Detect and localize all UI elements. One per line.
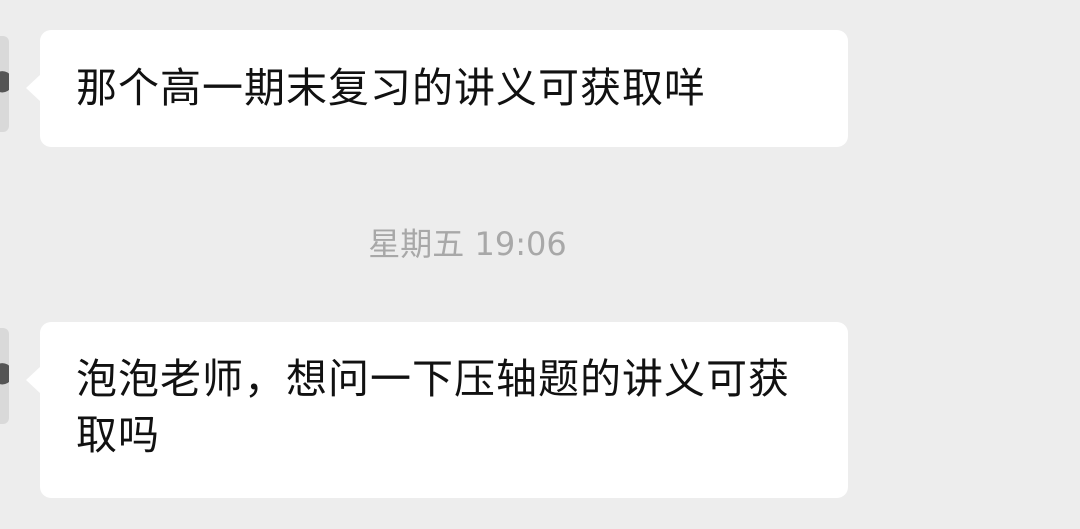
message-bubble[interactable]: 泡泡老师，想问一下压轴题的讲义可获取吗 (26, 322, 848, 498)
sender-avatar[interactable]: ● (0, 328, 9, 424)
message-text: 那个高一期末复习的讲义可获取咩 (76, 64, 706, 112)
message-text: 泡泡老师，想问一下压轴题的讲义可获取吗 (76, 355, 790, 459)
avatar-icon: ● (0, 66, 9, 94)
sender-avatar[interactable]: ● (0, 36, 9, 132)
chat-window: ● 那个高一期末复习的讲义可获取咩 星期五 19:06 ● 泡泡老师，想问一下压… (0, 0, 1080, 529)
avatar-icon: ● (0, 358, 9, 386)
message-timestamp: 星期五 19:06 (368, 225, 567, 263)
message-bubble[interactable]: 那个高一期末复习的讲义可获取咩 (26, 30, 848, 147)
